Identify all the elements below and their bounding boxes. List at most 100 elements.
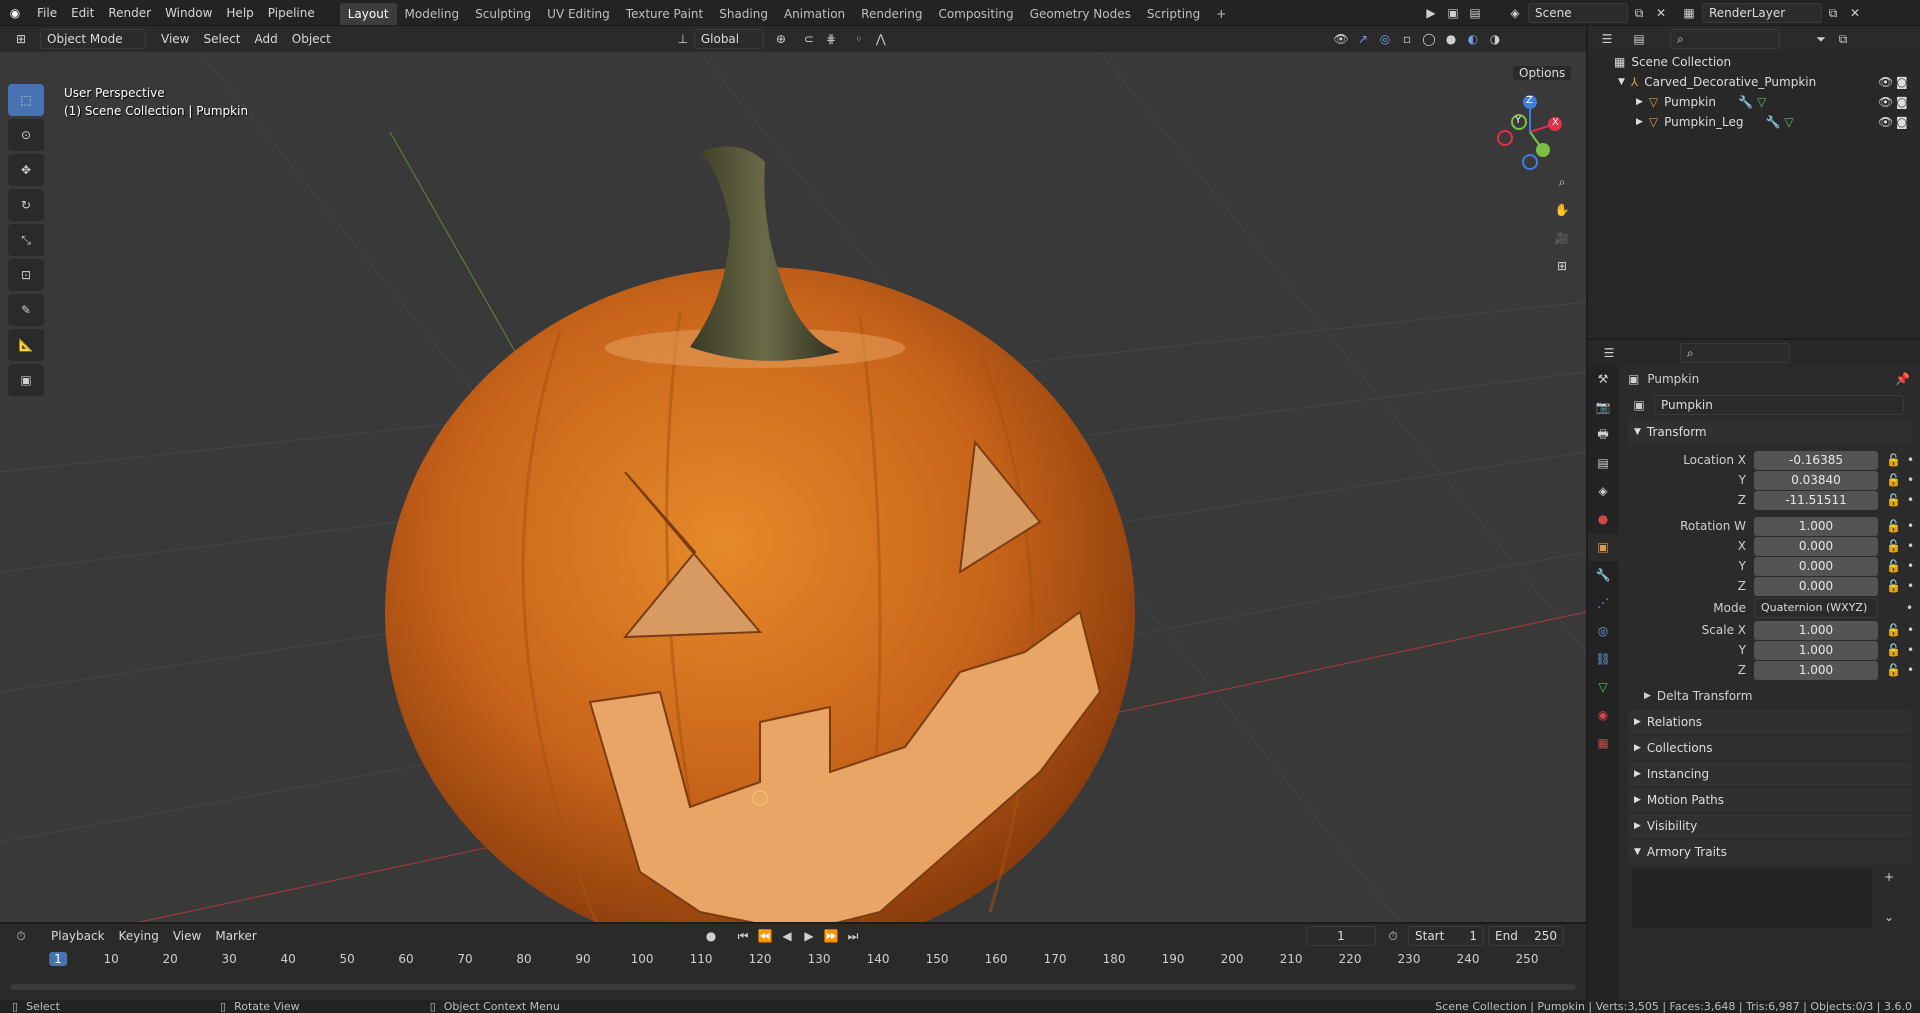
rotation-w-field[interactable]: 1.000 bbox=[1754, 516, 1878, 536]
annotate-icon[interactable]: ✎ bbox=[8, 294, 44, 326]
orientation-icon[interactable]: ⊥ bbox=[672, 29, 694, 49]
keyframe-dot-icon[interactable]: • bbox=[1907, 559, 1914, 573]
navigation-gizmo[interactable]: Z X Y bbox=[1495, 88, 1565, 172]
material-tab-icon[interactable]: ◉ bbox=[1588, 701, 1618, 729]
lock-icon[interactable]: 🔓 bbox=[1886, 539, 1901, 553]
chevron-down-icon[interactable]: ⌄ bbox=[1884, 910, 1894, 924]
keyframe-dot-icon[interactable]: • bbox=[1907, 453, 1914, 467]
texture-tab-icon[interactable]: ▦ bbox=[1588, 729, 1618, 757]
rotate-icon[interactable]: ↻ bbox=[8, 189, 44, 221]
world-tab-icon[interactable]: ● bbox=[1588, 505, 1618, 533]
menu-render[interactable]: Render bbox=[101, 0, 158, 26]
scene-tab-icon[interactable]: ◈ bbox=[1588, 477, 1618, 505]
particles-tab-icon[interactable]: ⋰ bbox=[1588, 589, 1618, 617]
lock-icon[interactable]: 🔓 bbox=[1886, 663, 1901, 677]
location-x-field[interactable]: -0.16385 bbox=[1754, 450, 1878, 470]
delete-view-layer-icon[interactable]: ✕ bbox=[1844, 3, 1866, 23]
panel-transform[interactable]: ▼ Transform bbox=[1628, 420, 1912, 444]
menu-file[interactable]: File bbox=[30, 0, 64, 26]
display-mode-icon[interactable]: ▤ bbox=[1628, 29, 1650, 49]
overlay-icon[interactable]: ◎ bbox=[1374, 29, 1396, 49]
panel-instancing[interactable]: ▶ Instancing bbox=[1628, 762, 1912, 786]
measure-icon[interactable]: 📐 bbox=[8, 329, 44, 361]
visibility-icon[interactable]: 👁 bbox=[1330, 29, 1352, 49]
outliner-item-pumpkin[interactable]: ▶ ▽ Pumpkin 🔧 ▽ 👁 ◙ bbox=[1588, 92, 1920, 112]
ortho-grid-icon[interactable]: ⊞ bbox=[1548, 252, 1576, 280]
delete-scene-icon[interactable]: ✕ bbox=[1650, 3, 1672, 23]
blender-logo-icon[interactable]: ◉ bbox=[4, 3, 26, 23]
keyframe-dot-icon[interactable]: • bbox=[1907, 493, 1914, 507]
zoom-icon[interactable]: ⌕ bbox=[1548, 168, 1576, 196]
chevron-down-icon[interactable]: ▼ bbox=[1618, 77, 1625, 87]
menu-select[interactable]: Select bbox=[196, 26, 247, 52]
camera-icon[interactable]: ◙ bbox=[1896, 95, 1908, 109]
menu-edit[interactable]: Edit bbox=[64, 0, 101, 26]
tab-scripting[interactable]: Scripting bbox=[1139, 3, 1208, 25]
material-shading-icon[interactable]: ◐ bbox=[1462, 29, 1484, 49]
location-y-field[interactable]: 0.03840 bbox=[1754, 470, 1878, 490]
keyframe-dot-icon[interactable]: • bbox=[1906, 601, 1913, 615]
modifier-tab-icon[interactable]: 🔧 bbox=[1588, 561, 1618, 589]
keyframe-dot-icon[interactable]: • bbox=[1907, 643, 1914, 657]
tab-sculpting[interactable]: Sculpting bbox=[467, 3, 539, 25]
camera-view-icon[interactable]: 🎥 bbox=[1548, 224, 1576, 252]
view-layer-tab-icon[interactable]: ▤ bbox=[1588, 449, 1618, 477]
menu-help[interactable]: Help bbox=[219, 0, 260, 26]
mode-selector[interactable]: Object Mode bbox=[40, 29, 146, 49]
panel-collections[interactable]: ▶ Collections bbox=[1628, 736, 1912, 760]
eye-icon[interactable]: 👁 bbox=[1878, 115, 1893, 129]
move-icon[interactable]: ✥ bbox=[8, 154, 44, 186]
keyframe-dot-icon[interactable]: • bbox=[1907, 663, 1914, 677]
camera-icon[interactable]: ◙ bbox=[1896, 115, 1908, 129]
snap-icon[interactable]: ⊂ bbox=[798, 29, 820, 49]
add-workspace-icon[interactable]: + bbox=[1208, 3, 1234, 25]
tab-rendering[interactable]: Rendering bbox=[853, 3, 930, 25]
scale-icon[interactable]: ⤡ bbox=[8, 224, 44, 256]
outliner-scene-collection[interactable]: ▦ Scene Collection bbox=[1588, 52, 1920, 72]
lock-icon[interactable]: 🔓 bbox=[1886, 519, 1901, 533]
select-box-icon[interactable]: ⬚ bbox=[8, 84, 44, 116]
tab-shading[interactable]: Shading bbox=[711, 3, 776, 25]
menu-object[interactable]: Object bbox=[285, 26, 338, 52]
new-view-layer-icon[interactable]: ⧉ bbox=[1822, 3, 1844, 23]
scale-y-field[interactable]: 1.000 bbox=[1754, 640, 1878, 660]
outliner-editor-icon[interactable]: ☰ bbox=[1596, 29, 1618, 49]
lock-icon[interactable]: 🔓 bbox=[1886, 579, 1901, 593]
tab-uv-editing[interactable]: UV Editing bbox=[539, 3, 618, 25]
outliner-item-carved-pumpkin[interactable]: ▼ ⅄ Carved_Decorative_Pumpkin 👁 ◙ bbox=[1588, 72, 1920, 92]
orientation-selector[interactable]: Global bbox=[693, 29, 764, 49]
panel-armory-traits[interactable]: ▼ Armory Traits bbox=[1628, 840, 1912, 864]
chevron-right-icon[interactable]: ▶ bbox=[1636, 97, 1643, 107]
outliner-item-pumpkin-leg[interactable]: ▶ ▽ Pumpkin_Leg 🔧 ▽ 👁 ◙ bbox=[1588, 112, 1920, 132]
tool-tab-icon[interactable]: ⚒ bbox=[1588, 365, 1618, 393]
object-tab-icon[interactable]: ▣ bbox=[1588, 533, 1618, 561]
3d-viewport[interactable]: User Perspective (1) Scene Collection | … bbox=[0, 52, 1586, 922]
lock-icon[interactable]: 🔓 bbox=[1886, 453, 1901, 467]
panel-motion-paths[interactable]: ▶ Motion Paths bbox=[1628, 788, 1912, 812]
tab-layout[interactable]: Layout bbox=[339, 2, 397, 25]
rendered-shading-icon[interactable]: ◑ bbox=[1484, 29, 1506, 49]
eye-icon[interactable]: 👁 bbox=[1878, 95, 1893, 109]
camera-icon[interactable]: ◙ bbox=[1896, 75, 1908, 89]
xray-icon[interactable]: ▫ bbox=[1396, 29, 1418, 49]
add-cube-icon[interactable]: ▣ bbox=[8, 364, 44, 396]
options-button[interactable]: Options bbox=[1512, 64, 1573, 82]
rotation-y-field[interactable]: 0.000 bbox=[1754, 556, 1878, 576]
keyframe-dot-icon[interactable]: • bbox=[1907, 519, 1914, 533]
lock-icon[interactable]: 🔓 bbox=[1886, 623, 1901, 637]
tab-texture-paint[interactable]: Texture Paint bbox=[618, 3, 711, 25]
view-layer-selector[interactable]: RenderLayer bbox=[1702, 3, 1822, 23]
cursor-icon[interactable]: ⊙ bbox=[8, 119, 44, 151]
output-tab-icon[interactable]: 🖶 bbox=[1588, 421, 1618, 449]
lock-icon[interactable]: 🔓 bbox=[1886, 643, 1901, 657]
filter-icon[interactable]: ⏷ bbox=[1810, 29, 1832, 49]
tab-modeling[interactable]: Modeling bbox=[397, 3, 468, 25]
pin-icon[interactable]: 📌 bbox=[1895, 372, 1910, 386]
traits-list-box[interactable] bbox=[1632, 868, 1872, 928]
properties-editor-icon[interactable]: ☰ bbox=[1598, 343, 1620, 363]
eye-icon[interactable]: 👁 bbox=[1878, 75, 1893, 89]
falloff-icon[interactable]: ⋀ bbox=[870, 29, 892, 49]
rotation-z-field[interactable]: 0.000 bbox=[1754, 576, 1878, 596]
scene-selector[interactable]: Scene bbox=[1528, 3, 1628, 23]
menu-pipeline[interactable]: Pipeline bbox=[261, 0, 322, 26]
